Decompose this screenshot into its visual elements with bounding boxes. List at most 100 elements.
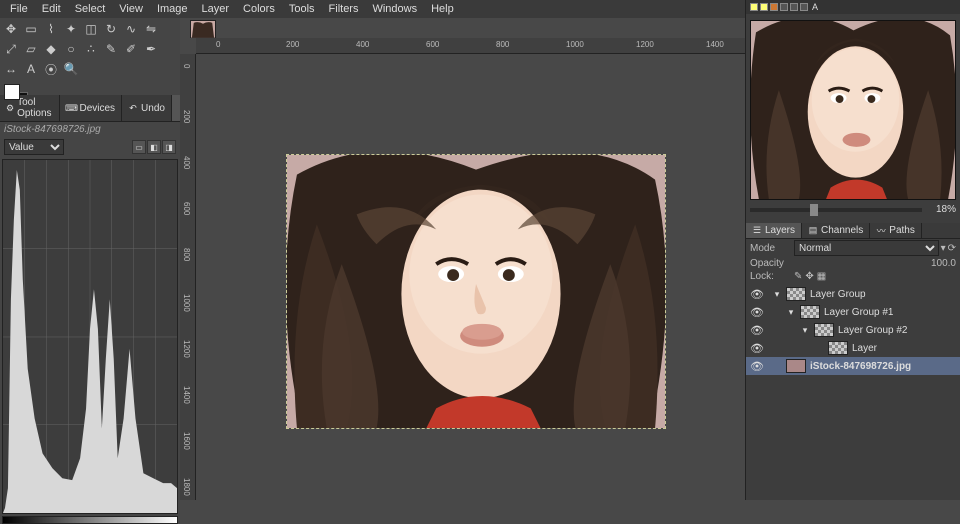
menu-view[interactable]: View — [113, 1, 149, 17]
tab-icon: ⌨ — [66, 103, 76, 113]
image-canvas[interactable] — [286, 154, 666, 429]
blend-mode-select[interactable]: Normal — [794, 240, 939, 256]
right-dock-icons: A — [746, 0, 960, 14]
right-tab-paths[interactable]: 〰Paths — [870, 223, 922, 238]
tab-label: Tool Options — [17, 97, 53, 119]
menu-colors[interactable]: Colors — [237, 1, 281, 17]
tab-label: Devices — [79, 103, 115, 114]
pencil-tool[interactable]: ✐ — [122, 40, 140, 58]
tab-icon: ▤ — [808, 226, 818, 236]
ruler-tick: 1600 — [182, 432, 191, 450]
right-tab-layers[interactable]: ☰Layers — [746, 223, 802, 238]
ruler-tick: 1800 — [182, 478, 191, 496]
canvas-viewport[interactable] — [196, 54, 745, 500]
lock-pixels-icon[interactable]: ✎ — [794, 271, 802, 282]
histogram-rgb-button[interactable]: ◨ — [162, 140, 176, 154]
warp-tool[interactable]: ∿ — [122, 20, 140, 38]
smudge-tool[interactable]: ∴ — [82, 40, 100, 58]
visibility-icon[interactable]: 👁 — [750, 360, 764, 373]
zoom-tool[interactable]: 🔍 — [62, 60, 80, 78]
tab-icon: 〰 — [876, 226, 886, 236]
crop-tool[interactable]: ◫ — [82, 20, 100, 38]
scale-tool[interactable]: ⤢ — [2, 40, 20, 58]
visibility-icon[interactable]: 👁 — [750, 342, 764, 355]
foreground-color[interactable] — [4, 84, 20, 100]
layer-row[interactable]: 👁▾Layer Group — [746, 285, 960, 303]
histogram-linear-button[interactable]: ▭ — [132, 140, 146, 154]
layer-row[interactable]: 👁 iStock-847698726.jpg — [746, 357, 960, 375]
dock-switch-icon[interactable] — [770, 3, 778, 11]
bucket-tool[interactable]: ◆ — [42, 40, 60, 58]
visibility-icon[interactable]: 👁 — [750, 288, 764, 301]
expander-icon[interactable]: ▾ — [800, 325, 810, 336]
navigation-preview[interactable] — [750, 20, 956, 200]
tab-icon: ☰ — [752, 226, 762, 236]
right-tab-channels[interactable]: ▤Channels — [802, 223, 870, 238]
menu-edit[interactable]: Edit — [36, 1, 67, 17]
rect-select-tool[interactable]: ▭ — [22, 20, 40, 38]
menu-windows[interactable]: Windows — [366, 1, 423, 17]
ruler-horizontal: 0200400600800100012001400 — [196, 38, 745, 54]
reset-icon[interactable]: ⟳ — [948, 243, 956, 254]
document-tab-thumbnail[interactable] — [190, 20, 216, 38]
rotate-tool[interactable]: ↻ — [102, 20, 120, 38]
opacity-value: 100.0 — [931, 258, 956, 269]
layer-thumbnail — [828, 341, 848, 355]
layer-thumbnail — [786, 287, 806, 301]
color-picker-tool[interactable]: ⦿ — [42, 60, 60, 78]
lock-position-icon[interactable]: ✥ — [805, 271, 813, 282]
visibility-icon[interactable]: 👁 — [750, 324, 764, 337]
layer-thumbnail — [786, 359, 806, 373]
text-icon[interactable]: A — [812, 2, 818, 12]
menu-file[interactable]: File — [4, 1, 34, 17]
layer-name: Layer Group #2 — [838, 325, 908, 336]
layer-row[interactable]: 👁 ▾ Layer Group #2 — [746, 321, 960, 339]
ruler-tick: 800 — [496, 40, 509, 49]
histogram-channel-select[interactable]: Value — [4, 139, 64, 155]
left-tab-devices[interactable]: ⌨Devices — [60, 95, 122, 121]
layer-row[interactable]: 👁 Layer — [746, 339, 960, 357]
dock-switch-icon[interactable] — [800, 3, 808, 11]
menu-help[interactable]: Help — [425, 1, 460, 17]
expander-icon[interactable]: ▾ — [772, 289, 782, 300]
layer-row[interactable]: 👁 ▾ Layer Group #1 — [746, 303, 960, 321]
zoom-controls: 18% — [746, 202, 960, 217]
ruler-tick: 1000 — [182, 294, 191, 312]
wand-tool[interactable]: ✦ — [62, 20, 80, 38]
tab-label: Layers — [765, 225, 795, 236]
lasso-tool[interactable]: ⌇ — [42, 20, 60, 38]
left-dock-tabs: ⚙Tool Options⌨Devices↶Undo▮Histogram — [0, 95, 180, 122]
lock-alpha-icon[interactable]: ▦ — [817, 271, 826, 282]
menu-filters[interactable]: Filters — [323, 1, 365, 17]
layers-dock: ☰Layers▤Channels〰Paths Mode Normal ▾ ⟳ O… — [746, 223, 960, 377]
measure-tool[interactable]: ↔ — [2, 60, 20, 78]
menu-layer[interactable]: Layer — [196, 1, 236, 17]
flip-tool[interactable]: ⇋ — [142, 20, 160, 38]
menu-image[interactable]: Image — [151, 1, 194, 17]
text-tool[interactable]: A — [22, 60, 40, 78]
dock-switch-icon[interactable] — [790, 3, 798, 11]
blur-tool[interactable]: ○ — [62, 40, 80, 58]
ink-tool[interactable]: ✒ — [142, 40, 160, 58]
zoom-value: 18% — [926, 204, 956, 215]
dock-switch-icon[interactable] — [760, 3, 768, 11]
perspective-tool[interactable]: ▱ — [22, 40, 40, 58]
mode-label: Mode — [750, 243, 790, 254]
dock-switch-icon[interactable] — [780, 3, 788, 11]
lock-label: Lock: — [750, 271, 790, 282]
histogram-document-name: iStock-847698726.jpg — [0, 122, 180, 137]
menu-select[interactable]: Select — [69, 1, 112, 17]
expander-icon[interactable]: ▾ — [786, 307, 796, 318]
visibility-icon[interactable]: 👁 — [750, 306, 764, 319]
ruler-tick: 0 — [216, 40, 220, 49]
menu-tools[interactable]: Tools — [283, 1, 321, 17]
move-tool[interactable]: ✥ — [2, 20, 20, 38]
brush-tool[interactable]: ✎ — [102, 40, 120, 58]
dock-switch-icon[interactable] — [750, 3, 758, 11]
zoom-slider[interactable] — [750, 208, 922, 212]
layer-name: Layer Group #1 — [824, 307, 894, 318]
zoom-slider-handle[interactable] — [810, 204, 818, 216]
left-tab-undo[interactable]: ↶Undo — [122, 95, 172, 121]
histogram-log-button[interactable]: ◧ — [147, 140, 161, 154]
layer-name: Layer — [852, 343, 877, 354]
